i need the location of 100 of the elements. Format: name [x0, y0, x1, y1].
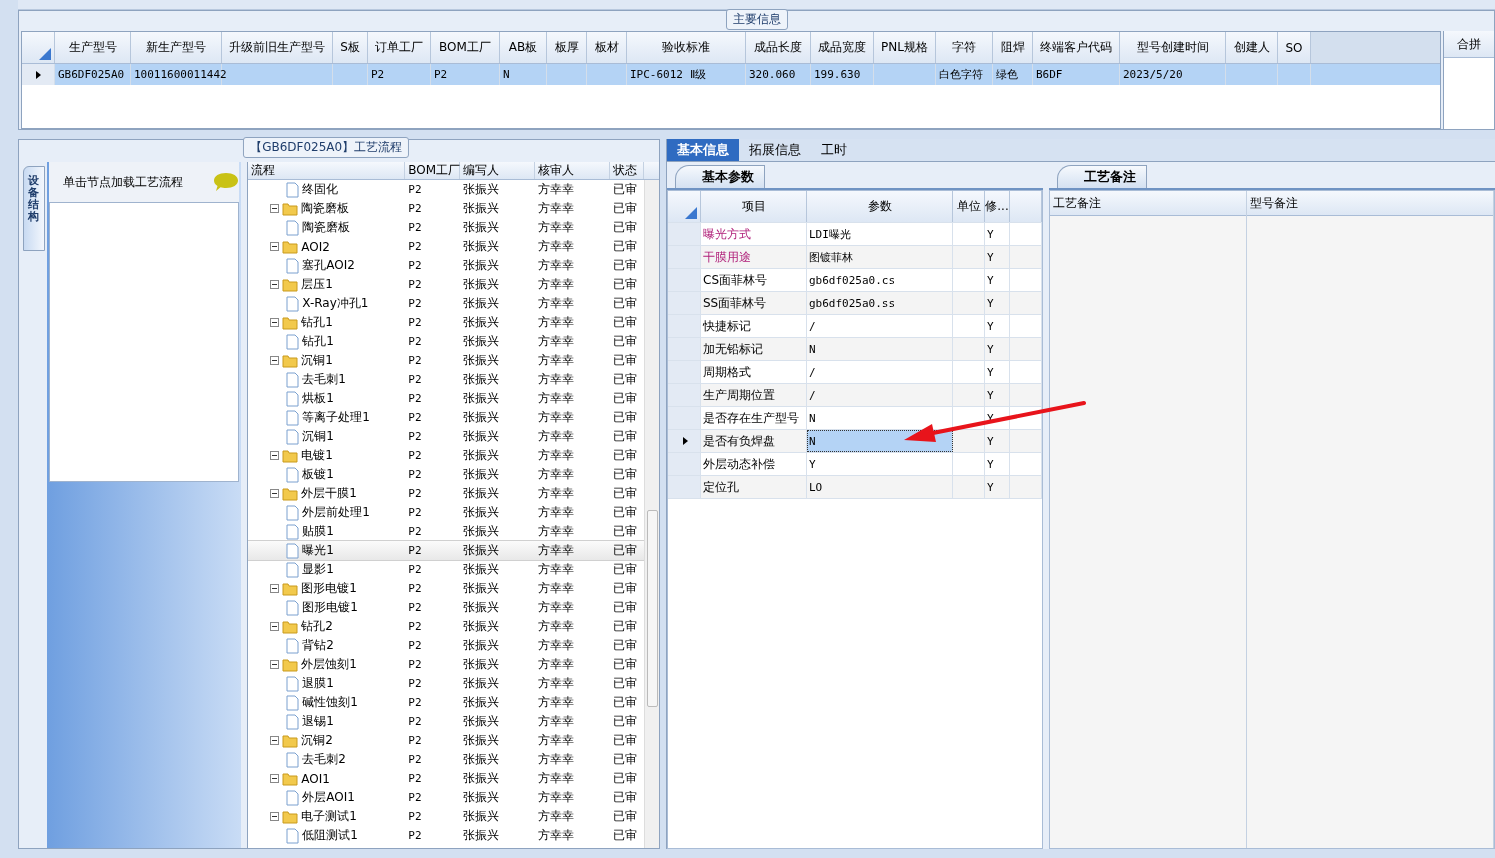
table-cell[interactable]: gb6df025a0.ss: [807, 292, 953, 314]
tree-row[interactable]: 碱性蚀刻1 P2 张振兴 方幸幸 已审: [248, 693, 644, 712]
column-header[interactable]: 修...: [985, 191, 1010, 222]
table-cell[interactable]: /: [807, 315, 953, 337]
tree-row[interactable]: 沉铜1 P2 张振兴 方幸幸 已审: [248, 427, 644, 446]
tree-row[interactable]: 图形电镀1 P2 张振兴 方幸幸 已审: [248, 598, 644, 617]
tree-row[interactable]: 退锡1 P2 张振兴 方幸幸 已审: [248, 712, 644, 731]
column-header[interactable]: PNL规格: [874, 32, 936, 63]
tab[interactable]: 工时: [811, 139, 857, 161]
sub-tab[interactable]: 工艺备注: [1057, 165, 1147, 188]
tab[interactable]: 拓展信息: [739, 139, 811, 161]
tree-row[interactable]: 去毛刺2 P2 张振兴 方幸幸 已审: [248, 750, 644, 769]
column-header[interactable]: 型号创建时间: [1120, 32, 1226, 63]
table-cell[interactable]: LDI曝光: [807, 223, 953, 245]
column-header[interactable]: BOM工厂: [431, 32, 500, 63]
grid-row[interactable]: 是否有负焊盘 N Y: [668, 430, 1042, 453]
collapse-icon[interactable]: [270, 318, 280, 327]
tree-row[interactable]: X-Ray冲孔1 P2 张振兴 方幸幸 已审: [248, 294, 644, 313]
tree-row[interactable]: 陶瓷磨板 P2 张振兴 方幸幸 已审: [248, 199, 644, 218]
tree-row[interactable]: 曝光1 P2 张振兴 方幸幸 已审: [248, 541, 644, 560]
column-header[interactable]: 编写人: [460, 162, 536, 179]
tree-row[interactable]: 层压1 P2 张振兴 方幸幸 已审: [248, 275, 644, 294]
tab[interactable]: 基本信息: [667, 139, 739, 161]
tree-row[interactable]: 沉铜2 P2 张振兴 方幸幸 已审: [248, 731, 644, 750]
tree-row[interactable]: 陶瓷磨板 P2 张振兴 方幸幸 已审: [248, 218, 644, 237]
tree-row[interactable]: 钻孔1 P2 张振兴 方幸幸 已审: [248, 332, 644, 351]
tree-row[interactable]: 烘板1 P2 张振兴 方幸幸 已审: [248, 389, 644, 408]
collapse-icon[interactable]: [270, 451, 280, 460]
grid-row[interactable]: 周期格式 / Y: [668, 361, 1042, 384]
tree-row[interactable]: 外层AOI1 P2 张振兴 方幸幸 已审: [248, 788, 644, 807]
table-cell[interactable]: /: [807, 361, 953, 383]
column-header[interactable]: S板: [333, 32, 368, 63]
tree-row[interactable]: 等离子处理1 P2 张振兴 方幸幸 已审: [248, 408, 644, 427]
table-cell[interactable]: 图镀菲林: [807, 246, 953, 268]
column-header[interactable]: 验收标准: [627, 32, 746, 63]
tree-row[interactable]: 电镀1 P2 张振兴 方幸幸 已审: [248, 446, 644, 465]
tree-row[interactable]: 显影1 P2 张振兴 方幸幸 已审: [248, 560, 644, 579]
tree-row[interactable]: 贴膜1 P2 张振兴 方幸幸 已审: [248, 522, 644, 541]
collapse-icon[interactable]: [270, 204, 280, 213]
grid-row[interactable]: 生产周期位置 / Y: [668, 384, 1042, 407]
column-header[interactable]: 状态: [610, 162, 645, 179]
tree-row[interactable]: 图形电镀1 P2 张振兴 方幸幸 已审: [248, 579, 644, 598]
column-header[interactable]: 板厚: [547, 32, 587, 63]
tree-row[interactable]: 外层干膜1 P2 张振兴 方幸幸 已审: [248, 484, 644, 503]
tree-row[interactable]: 钻孔1 P2 张振兴 方幸幸 已审: [248, 313, 644, 332]
column-header[interactable]: 字符: [936, 32, 993, 63]
column-header[interactable]: 创建人: [1226, 32, 1278, 63]
column-header[interactable]: 生产型号: [55, 32, 131, 63]
column-header[interactable]: 成品长度: [746, 32, 811, 63]
collapse-icon[interactable]: [270, 774, 280, 783]
row-header[interactable]: [22, 64, 55, 85]
column-header[interactable]: 参数: [807, 191, 953, 222]
column-header[interactable]: 订单工厂: [368, 32, 431, 63]
column-header[interactable]: 新生产型号: [131, 32, 222, 63]
column-header[interactable]: BOM工厂: [405, 162, 461, 179]
grid-row[interactable]: 定位孔 LO Y: [668, 476, 1042, 499]
column-header[interactable]: 成品宽度: [811, 32, 874, 63]
table-cell[interactable]: Y: [807, 453, 953, 475]
tree-row[interactable]: 终固化 P2 张振兴 方幸幸 已审: [248, 180, 644, 199]
column-header[interactable]: 阻焊: [993, 32, 1033, 63]
tree-row[interactable]: 钻孔2 P2 张振兴 方幸幸 已审: [248, 617, 644, 636]
tree-row[interactable]: 沉铜1 P2 张振兴 方幸幸 已审: [248, 351, 644, 370]
collapse-icon[interactable]: [270, 736, 280, 745]
collapse-icon[interactable]: [270, 356, 280, 365]
sub-tab[interactable]: 基本参数: [675, 165, 765, 188]
column-header[interactable]: 流程: [248, 162, 406, 179]
table-cell[interactable]: N: [807, 338, 953, 360]
tree-row[interactable]: 外层前处理1 P2 张振兴 方幸幸 已审: [248, 503, 644, 522]
tree-row[interactable]: 去毛刺1 P2 张振兴 方幸幸 已审: [248, 370, 644, 389]
table-cell[interactable]: gb6df025a0.cs: [807, 269, 953, 291]
table-cell[interactable]: LO: [807, 476, 953, 498]
header-corner[interactable]: [668, 191, 701, 222]
column-header[interactable]: 项目: [701, 191, 807, 222]
column-header[interactable]: AB板: [500, 32, 547, 63]
grid-row[interactable]: 外层动态补偿 Y Y: [668, 453, 1042, 476]
tree-row[interactable]: 电子测试1 P2 张振兴 方幸幸 已审: [248, 807, 644, 826]
collapse-icon[interactable]: [270, 584, 280, 593]
tree-row[interactable]: 塞孔AOI2 P2 张振兴 方幸幸 已审: [248, 256, 644, 275]
grid-row[interactable]: 曝光方式 LDI曝光 Y: [668, 223, 1042, 246]
grid-row[interactable]: SS面菲林号 gb6df025a0.ss Y: [668, 292, 1042, 315]
collapse-icon[interactable]: [270, 489, 280, 498]
grid-row[interactable]: 干膜用途 图镀菲林 Y: [668, 246, 1042, 269]
row-header[interactable]: [668, 430, 701, 452]
tree-row[interactable]: 背钻2 P2 张振兴 方幸幸 已审: [248, 636, 644, 655]
collapse-icon[interactable]: [270, 622, 280, 631]
grid-row[interactable]: GB6DF025A0 10011600011442 P2 P2 N IPC-6012 Ⅱ级 320.060 199.630 白色字符 绿色 B6DF 2023/5/20: [22, 64, 1440, 85]
collapse-icon[interactable]: [270, 280, 280, 289]
column-header[interactable]: 升级前旧生产型号: [222, 32, 333, 63]
table-cell[interactable]: /: [807, 384, 953, 406]
side-tab[interactable]: 设备结构: [23, 166, 45, 251]
collapse-icon[interactable]: [270, 660, 280, 669]
column-header[interactable]: 核审人: [535, 162, 611, 179]
tree-row[interactable]: AOI1 P2 张振兴 方幸幸 已审: [248, 769, 644, 788]
column-header[interactable]: 单位: [953, 191, 985, 222]
tree-row[interactable]: 外层蚀刻1 P2 张振兴 方幸幸 已审: [248, 655, 644, 674]
tree-row[interactable]: 退膜1 P2 张振兴 方幸幸 已审: [248, 674, 644, 693]
grid-row[interactable]: CS面菲林号 gb6df025a0.cs Y: [668, 269, 1042, 292]
tree-row[interactable]: 板镀1 P2 张振兴 方幸幸 已审: [248, 465, 644, 484]
grid-row[interactable]: 加无铅标记 N Y: [668, 338, 1042, 361]
tree-row[interactable]: AOI2 P2 张振兴 方幸幸 已审: [248, 237, 644, 256]
